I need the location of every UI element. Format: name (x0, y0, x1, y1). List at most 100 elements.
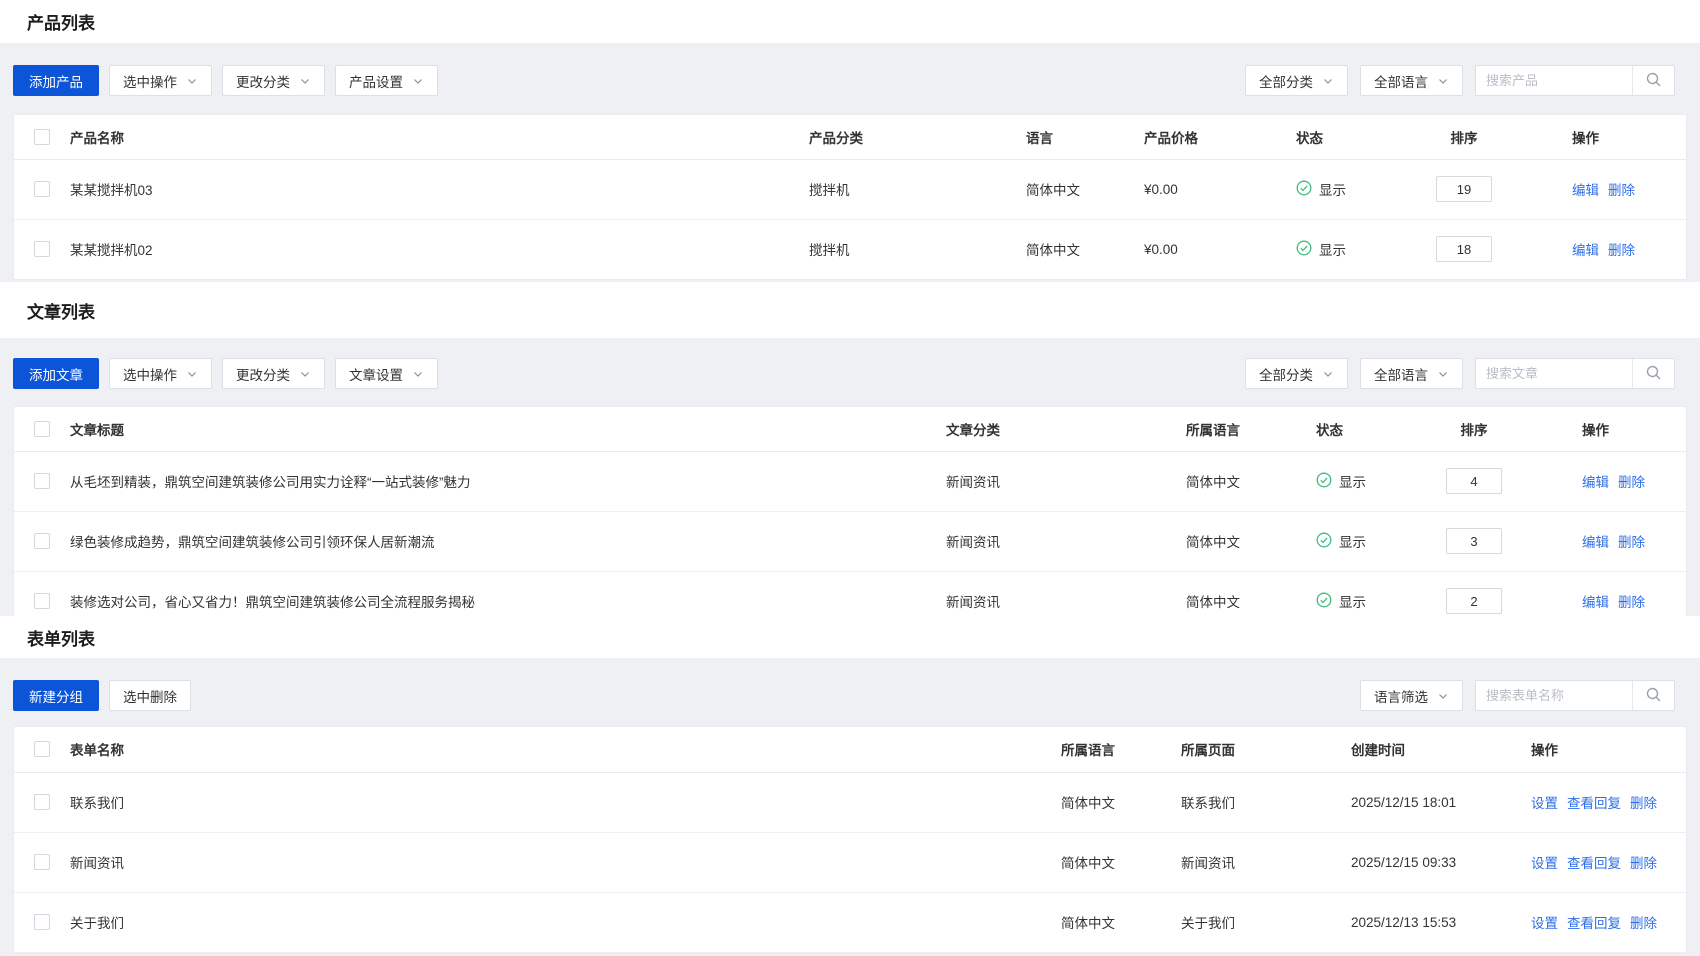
product-price: ¥0.00 (1132, 219, 1284, 279)
article-title: 从毛坯到精装，鼎筑空间建筑装修公司用实力诠释“一站式装修”魅力 (62, 451, 934, 511)
all-languages-filter[interactable]: 全部语言 (1360, 358, 1463, 389)
article-language: 简体中文 (1174, 571, 1304, 616)
article-search-input[interactable] (1476, 359, 1632, 388)
table-row: 从毛坯到精装，鼎筑空间建筑装修公司用实力诠释“一站式装修”魅力 新闻资讯 简体中… (14, 451, 1686, 511)
row-checkbox[interactable] (34, 854, 50, 870)
products-section-title: 产品列表 (0, 0, 1700, 43)
select-all-checkbox[interactable] (34, 129, 50, 145)
view-replies-link[interactable]: 查看回复 (1567, 856, 1621, 871)
delete-link[interactable]: 删除 (1630, 796, 1657, 811)
product-name: 某某搅拌机03 (62, 159, 797, 219)
settings-link[interactable]: 设置 (1531, 796, 1558, 811)
delete-selected-button[interactable]: 选中删除 (109, 680, 191, 711)
product-settings-dropdown[interactable]: 产品设置 (335, 65, 438, 96)
table-row: 联系我们 简体中文 联系我们 2025/12/15 18:01 设置查看回复删除 (14, 772, 1686, 832)
all-categories-filter[interactable]: 全部分类 (1245, 65, 1348, 96)
delete-link[interactable]: 删除 (1618, 475, 1645, 490)
col-created-time: 创建时间 (1339, 727, 1519, 772)
row-checkbox[interactable] (34, 593, 50, 609)
sort-input[interactable] (1446, 588, 1502, 614)
forms-table: 表单名称 所属语言 所属页面 创建时间 操作 联系我们 简体中文 联系我们 20… (13, 726, 1687, 954)
all-languages-filter[interactable]: 全部语言 (1360, 65, 1463, 96)
sort-input[interactable] (1436, 176, 1492, 202)
view-replies-link[interactable]: 查看回复 (1567, 796, 1621, 811)
settings-link[interactable]: 设置 (1531, 916, 1558, 931)
status-visible-icon (1316, 472, 1332, 491)
status-visible-icon (1316, 592, 1332, 611)
row-checkbox[interactable] (34, 794, 50, 810)
add-product-button[interactable]: 添加产品 (13, 65, 99, 96)
select-all-checkbox[interactable] (34, 741, 50, 757)
chevron-down-icon (299, 75, 311, 87)
row-checkbox[interactable] (34, 181, 50, 197)
col-article-category: 文章分类 (934, 407, 1174, 451)
table-row: 绿色装修成趋势，鼎筑空间建筑装修公司引领环保人居新潮流 新闻资讯 简体中文 显示… (14, 511, 1686, 571)
status-visible-icon (1316, 532, 1332, 551)
status-text: 显示 (1319, 239, 1346, 259)
row-checkbox[interactable] (34, 914, 50, 930)
search-button[interactable] (1632, 681, 1674, 710)
selected-operation-dropdown[interactable]: 选中操作 (109, 358, 212, 389)
new-group-button[interactable]: 新建分组 (13, 680, 99, 711)
col-product-price: 产品价格 (1132, 115, 1284, 159)
col-language: 所属语言 (1174, 407, 1304, 451)
table-row: 某某搅拌机03 搅拌机 简体中文 ¥0.00 显示 编辑删除 (14, 159, 1686, 219)
col-language: 所属语言 (1049, 727, 1169, 772)
products-table: 产品名称 产品分类 语言 产品价格 状态 排序 操作 某某搅拌机03 搅拌机 简… (13, 114, 1687, 280)
delete-link[interactable]: 删除 (1618, 535, 1645, 550)
delete-link[interactable]: 删除 (1608, 243, 1635, 258)
change-category-dropdown[interactable]: 更改分类 (222, 65, 325, 96)
all-categories-filter[interactable]: 全部分类 (1245, 358, 1348, 389)
edit-link[interactable]: 编辑 (1582, 535, 1609, 550)
col-sort: 排序 (1404, 115, 1524, 159)
form-language: 简体中文 (1049, 772, 1169, 832)
delete-link[interactable]: 删除 (1618, 595, 1645, 610)
edit-link[interactable]: 编辑 (1572, 243, 1599, 258)
col-product-category: 产品分类 (797, 115, 1014, 159)
article-category: 新闻资讯 (934, 571, 1174, 616)
chevron-down-icon (412, 75, 424, 87)
col-article-title: 文章标题 (62, 407, 934, 451)
language-filter-dropdown[interactable]: 语言筛选 (1360, 680, 1463, 711)
chevron-down-icon (412, 368, 424, 380)
form-name: 联系我们 (62, 772, 1049, 832)
form-language: 简体中文 (1049, 832, 1169, 892)
edit-link[interactable]: 编辑 (1582, 475, 1609, 490)
row-checkbox[interactable] (34, 473, 50, 489)
sort-input[interactable] (1436, 236, 1492, 262)
select-all-checkbox[interactable] (34, 421, 50, 437)
delete-link[interactable]: 删除 (1630, 856, 1657, 871)
articles-toolbar: 添加文章 选中操作 更改分类 文章设置 全部分类 全部语言 (13, 358, 1687, 389)
col-actions: 操作 (1524, 115, 1686, 159)
col-page: 所属页面 (1169, 727, 1339, 772)
row-checkbox[interactable] (34, 241, 50, 257)
form-search-input[interactable] (1476, 681, 1632, 710)
search-button[interactable] (1632, 359, 1674, 388)
change-category-dropdown[interactable]: 更改分类 (222, 358, 325, 389)
article-title: 绿色装修成趋势，鼎筑空间建筑装修公司引领环保人居新潮流 (62, 511, 934, 571)
edit-link[interactable]: 编辑 (1582, 595, 1609, 610)
article-settings-dropdown[interactable]: 文章设置 (335, 358, 438, 389)
form-page: 关于我们 (1169, 892, 1339, 952)
settings-link[interactable]: 设置 (1531, 856, 1558, 871)
sort-input[interactable] (1446, 528, 1502, 554)
product-language: 简体中文 (1014, 219, 1132, 279)
col-actions: 操作 (1534, 407, 1686, 451)
view-replies-link[interactable]: 查看回复 (1567, 916, 1621, 931)
row-checkbox[interactable] (34, 533, 50, 549)
article-title: 装修选对公司，省心又省力！鼎筑空间建筑装修公司全流程服务揭秘 (62, 571, 934, 616)
add-article-button[interactable]: 添加文章 (13, 358, 99, 389)
sort-input[interactable] (1446, 468, 1502, 494)
delete-link[interactable]: 删除 (1608, 183, 1635, 198)
search-button[interactable] (1632, 66, 1674, 95)
article-search (1475, 358, 1675, 389)
product-search-input[interactable] (1476, 66, 1632, 95)
col-form-name: 表单名称 (62, 727, 1049, 772)
col-sort: 排序 (1414, 407, 1534, 451)
forms-toolbar: 新建分组 选中删除 语言筛选 (13, 680, 1687, 711)
selected-operation-dropdown[interactable]: 选中操作 (109, 65, 212, 96)
edit-link[interactable]: 编辑 (1572, 183, 1599, 198)
delete-link[interactable]: 删除 (1630, 916, 1657, 931)
form-created: 2025/12/13 15:53 (1339, 892, 1519, 952)
chevron-down-icon (299, 368, 311, 380)
